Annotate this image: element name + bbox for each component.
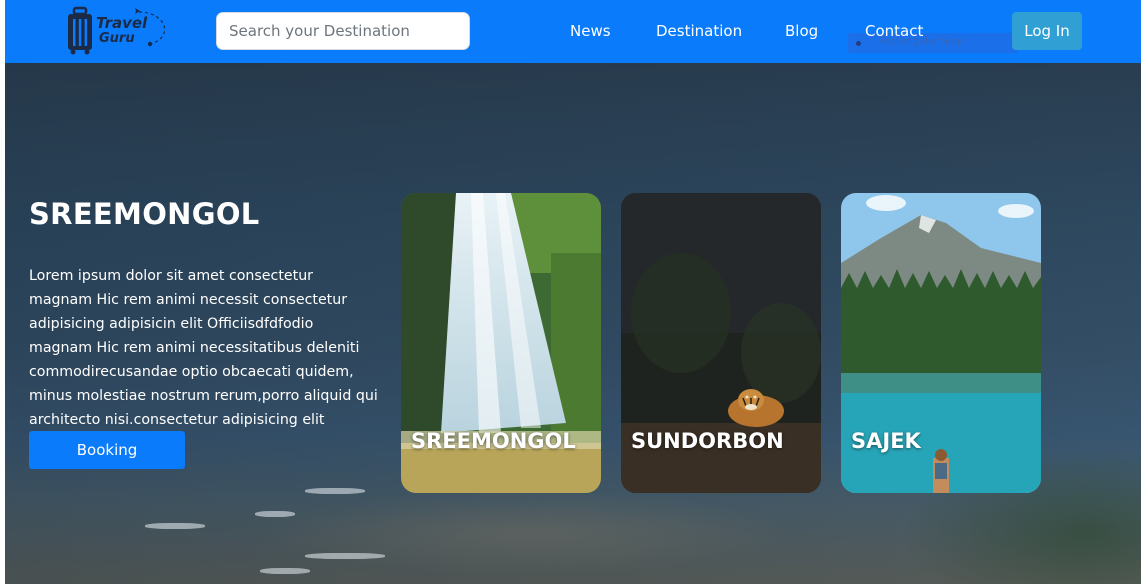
destination-card-sundorbon[interactable]: SUNDORBON [621,193,821,493]
destination-card-sreemongol[interactable]: SREEMONGOL [401,193,601,493]
booking-button[interactable]: Booking [29,431,185,469]
navbar: Travel Guru News Destination Blog Rectan… [5,0,1141,63]
nav-link-destination[interactable]: Destination [656,22,742,40]
hero-section: SREEMONGOL Lorem ipsum dolor sit amet co… [5,63,1141,584]
destination-card-sajek[interactable]: SAJEK [841,193,1041,493]
card-title: SAJEK [851,429,921,453]
card-title: SREEMONGOL [411,429,576,453]
nav-link-contact[interactable]: Contact [865,22,923,40]
search-input[interactable] [216,12,470,50]
logo-text-guru: Guru [99,31,135,46]
hero-title: SREEMONGOL [29,197,260,231]
login-button[interactable]: Log In [1012,12,1082,50]
wave-decoration [260,568,310,574]
wave-decoration [305,488,365,494]
wave-decoration [145,523,205,529]
hero-description: Lorem ipsum dolor sit amet consectetur m… [29,268,378,428]
card-title: SUNDORBON [631,429,784,453]
travel-guru-logo[interactable]: Travel Guru [65,6,175,56]
wave-decoration [255,511,295,517]
nav-link-news[interactable]: News [570,22,611,40]
snip-dot-icon [856,41,861,46]
logo-text-travel: Travel [96,14,148,32]
page: Travel Guru News Destination Blog Rectan… [5,0,1141,584]
wave-decoration [305,553,385,559]
nav-link-blog[interactable]: Blog [785,22,818,40]
